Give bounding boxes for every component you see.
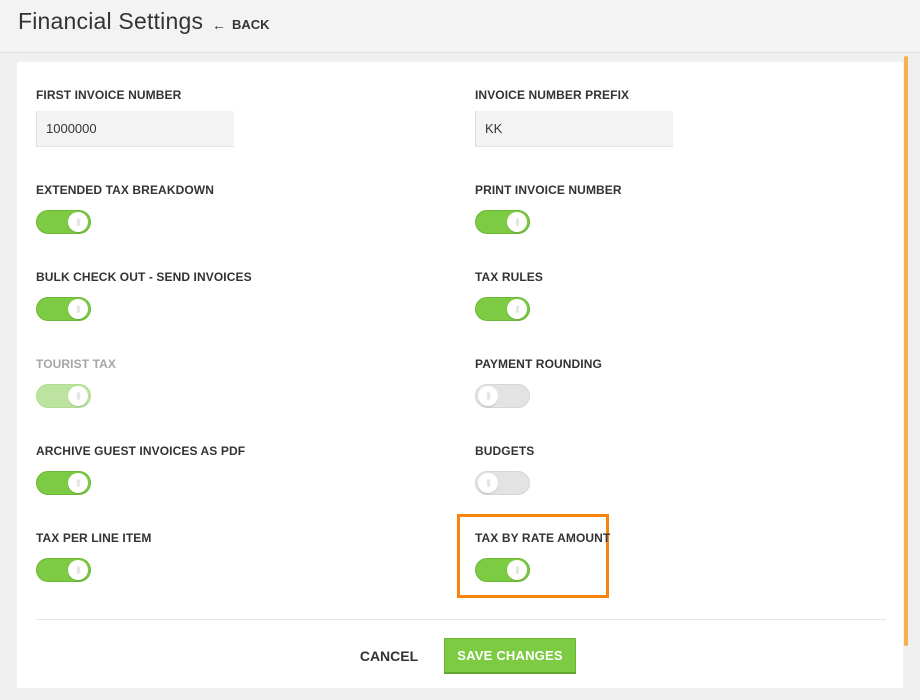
- invoice-number-prefix-group: INVOICE NUMBER PREFIX: [475, 88, 629, 102]
- toggle-knob: |||: [68, 212, 88, 232]
- extended-tax-breakdown-group: EXTENDED TAX BREAKDOWN: [36, 183, 214, 197]
- budgets-group: BUDGETS: [475, 444, 534, 458]
- grip-icon: |||: [485, 391, 491, 400]
- extended-tax-breakdown-label: EXTENDED TAX BREAKDOWN: [36, 183, 214, 197]
- grip-icon: |||: [514, 217, 520, 226]
- tax-by-rate-amount-label: TAX BY RATE AMOUNT: [475, 531, 611, 545]
- print-invoice-number-toggle[interactable]: |||: [475, 210, 530, 234]
- toggle-knob: |||: [507, 299, 527, 319]
- tourist-tax-label: TOURIST TAX: [36, 357, 116, 371]
- print-invoice-number-label: PRINT INVOICE NUMBER: [475, 183, 622, 197]
- first-invoice-number-group: FIRST INVOICE NUMBER: [36, 88, 181, 102]
- scrollbar[interactable]: [904, 56, 908, 646]
- bulk-check-out-label: BULK CHECK OUT - SEND INVOICES: [36, 270, 252, 284]
- highlight-annotation: [457, 514, 609, 598]
- toggle-knob: |||: [507, 212, 527, 232]
- back-link[interactable]: ← BACK: [212, 17, 270, 32]
- payment-rounding-group: PAYMENT ROUNDING: [475, 357, 602, 371]
- first-invoice-number-label: FIRST INVOICE NUMBER: [36, 88, 182, 102]
- tax-per-line-item-toggle[interactable]: |||: [36, 558, 91, 582]
- tax-rules-label: TAX RULES: [475, 270, 544, 284]
- tax-rules-group: TAX RULES: [475, 270, 543, 284]
- tax-by-rate-amount-toggle[interactable]: |||: [475, 558, 530, 582]
- archive-guest-invoices-toggle[interactable]: |||: [36, 471, 91, 495]
- tourist-tax-toggle: |||: [36, 384, 91, 408]
- bulk-check-out-group: BULK CHECK OUT - SEND INVOICES: [36, 270, 252, 284]
- grip-icon: |||: [75, 565, 81, 574]
- archive-guest-invoices-group: ARCHIVE GUEST INVOICES AS PDF: [36, 444, 245, 458]
- toggle-knob: |||: [68, 299, 88, 319]
- page-header: Financial Settings ← BACK: [0, 0, 920, 53]
- grip-icon: |||: [75, 391, 81, 400]
- tourist-tax-group: TOURIST TAX: [36, 357, 116, 371]
- toggle-knob: |||: [507, 560, 527, 580]
- toggle-knob: |||: [68, 473, 88, 493]
- cancel-button[interactable]: CANCEL: [348, 641, 430, 671]
- payment-rounding-label: PAYMENT ROUNDING: [475, 357, 602, 371]
- tax-rules-toggle[interactable]: |||: [475, 297, 530, 321]
- invoice-number-prefix-label: INVOICE NUMBER PREFIX: [475, 88, 630, 102]
- page-title: Financial Settings: [18, 8, 204, 34]
- toggle-knob: |||: [68, 560, 88, 580]
- first-invoice-number-input[interactable]: [36, 111, 234, 147]
- payment-rounding-toggle[interactable]: |||: [475, 384, 530, 408]
- budgets-toggle[interactable]: |||: [475, 471, 530, 495]
- tax-per-line-item-label: TAX PER LINE ITEM: [36, 531, 152, 545]
- footer-divider: [36, 619, 886, 620]
- invoice-number-prefix-input[interactable]: [475, 111, 673, 147]
- grip-icon: |||: [514, 565, 520, 574]
- archive-guest-invoices-label: ARCHIVE GUEST INVOICES AS PDF: [36, 444, 246, 458]
- toggle-knob: |||: [478, 473, 498, 493]
- grip-icon: |||: [75, 304, 81, 313]
- tax-by-rate-amount-group: TAX BY RATE AMOUNT: [475, 531, 610, 545]
- bulk-check-out-toggle[interactable]: |||: [36, 297, 91, 321]
- grip-icon: |||: [514, 304, 520, 313]
- grip-icon: |||: [485, 478, 491, 487]
- extended-tax-breakdown-toggle[interactable]: |||: [36, 210, 91, 234]
- grip-icon: |||: [75, 217, 81, 226]
- grip-icon: |||: [75, 478, 81, 487]
- tax-per-line-item-group: TAX PER LINE ITEM: [36, 531, 151, 545]
- budgets-label: BUDGETS: [475, 444, 535, 458]
- save-changes-button[interactable]: SAVE CHANGES: [444, 638, 576, 674]
- toggle-knob: |||: [68, 386, 88, 406]
- toggle-knob: |||: [478, 386, 498, 406]
- back-label: BACK: [232, 17, 270, 32]
- print-invoice-number-group: PRINT INVOICE NUMBER: [475, 183, 622, 197]
- left-arrow-icon: ←: [212, 16, 226, 33]
